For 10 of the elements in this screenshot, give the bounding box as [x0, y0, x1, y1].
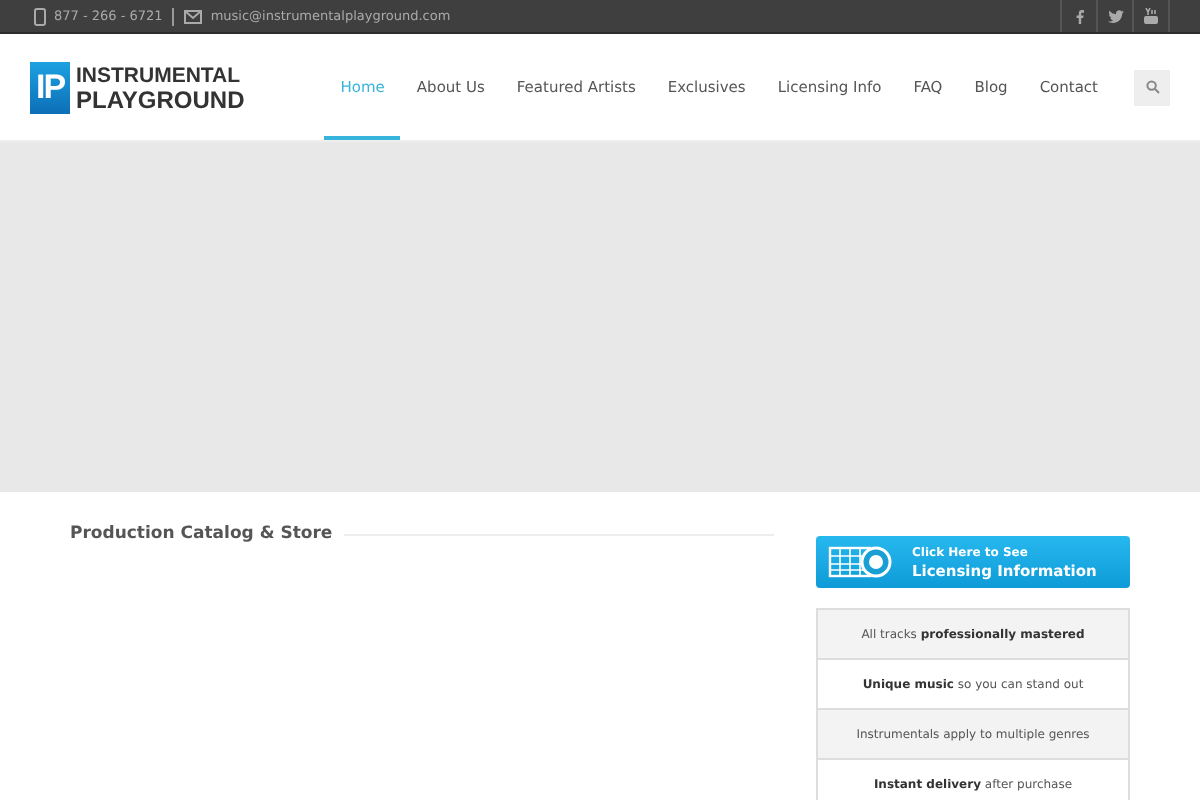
phone-icon [34, 7, 46, 25]
search-button[interactable] [1134, 69, 1170, 105]
section-title: Production Catalog & Store [70, 524, 333, 544]
envelope-icon [184, 9, 203, 23]
logo-text: PLAYGROUND [76, 87, 245, 111]
sheet-icon [828, 544, 892, 580]
logo-text: INSTRUMENTAL [76, 63, 243, 87]
video-icon[interactable] [1132, 0, 1170, 32]
logo-mark: IP [30, 61, 70, 113]
search-icon [1145, 80, 1159, 94]
